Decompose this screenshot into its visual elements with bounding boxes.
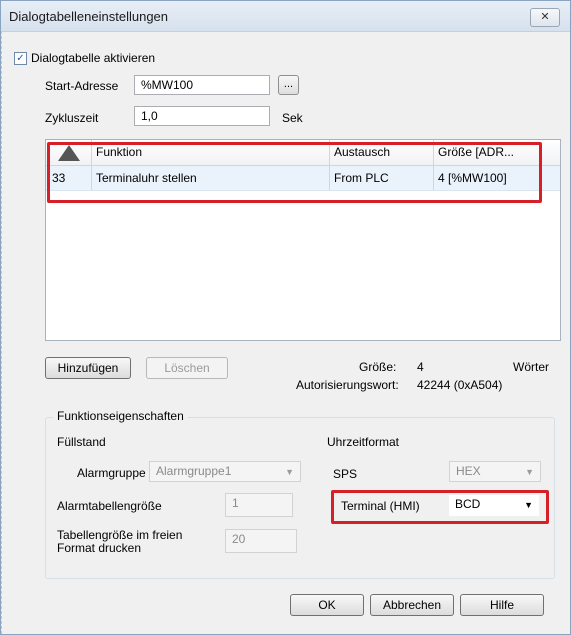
chevron-down-icon: ▼ — [524, 500, 533, 510]
chevron-down-icon: ▼ — [285, 467, 294, 477]
terminal-label: Terminal (HMI) — [341, 499, 420, 513]
size-unit: Wörter — [513, 360, 549, 374]
enable-label: Dialogtabelle aktivieren — [31, 51, 156, 65]
table-size-input[interactable]: 20 — [225, 529, 297, 553]
help-button[interactable]: Hilfe — [460, 594, 544, 616]
chevron-down-icon: ▼ — [525, 467, 534, 477]
auth-word-value: 42244 (0xA504) — [417, 378, 503, 392]
size-label: Größe: — [359, 360, 397, 374]
enable-checkbox[interactable]: ✓ — [14, 52, 27, 65]
cycle-time-unit: Sek — [282, 111, 303, 125]
alarm-group-label: Alarmgruppe — [77, 466, 146, 480]
size-value: 4 — [417, 360, 424, 374]
dialog-window: Dialogtabelleneinstellungen ✕ ✓ Dialogta… — [0, 0, 571, 635]
alarm-group-select[interactable]: Alarmgruppe1 ▼ — [149, 461, 301, 482]
alarm-group-value: Alarmgruppe1 — [156, 464, 232, 478]
ok-button[interactable]: OK — [290, 594, 364, 616]
fill-level-heading: Füllstand — [57, 435, 106, 449]
browse-address-button[interactable]: ... — [278, 75, 299, 95]
sps-format-select[interactable]: HEX ▼ — [449, 461, 541, 482]
alarm-table-size-input[interactable]: 1 — [225, 493, 293, 517]
sps-format-value: HEX — [456, 464, 481, 478]
cycle-time-label: Zykluszeit — [45, 111, 99, 125]
table-highlight-frame — [47, 142, 542, 203]
function-properties-caption: Funktionseigenschaften — [53, 409, 188, 423]
alarm-table-size-label: Alarmtabellengröße — [57, 499, 162, 513]
add-button[interactable]: Hinzufügen — [45, 357, 131, 379]
window-title: Dialogtabelleneinstellungen — [9, 9, 169, 24]
window-left-edge — [1, 31, 2, 634]
table-size-label-line2: Format drucken — [57, 541, 142, 555]
title-bar: Dialogtabelleneinstellungen ✕ — [1, 1, 570, 32]
time-format-heading: Uhrzeitformat — [327, 435, 400, 449]
cycle-time-input[interactable]: 1,0 — [134, 106, 270, 126]
terminal-format-value: BCD — [455, 497, 481, 511]
sps-label: SPS — [333, 467, 358, 481]
table-size-label-line1: Tabellengröße im freien — [57, 528, 183, 542]
delete-button[interactable]: Löschen — [146, 357, 228, 379]
auth-word-label: Autorisierungswort: — [296, 378, 399, 392]
start-address-label: Start-Adresse — [45, 79, 119, 93]
close-button[interactable]: ✕ — [530, 8, 560, 27]
cancel-button[interactable]: Abbrechen — [370, 594, 454, 616]
terminal-format-select[interactable]: BCD ▼ — [449, 495, 539, 516]
start-address-input[interactable]: %MW100 — [134, 75, 270, 95]
